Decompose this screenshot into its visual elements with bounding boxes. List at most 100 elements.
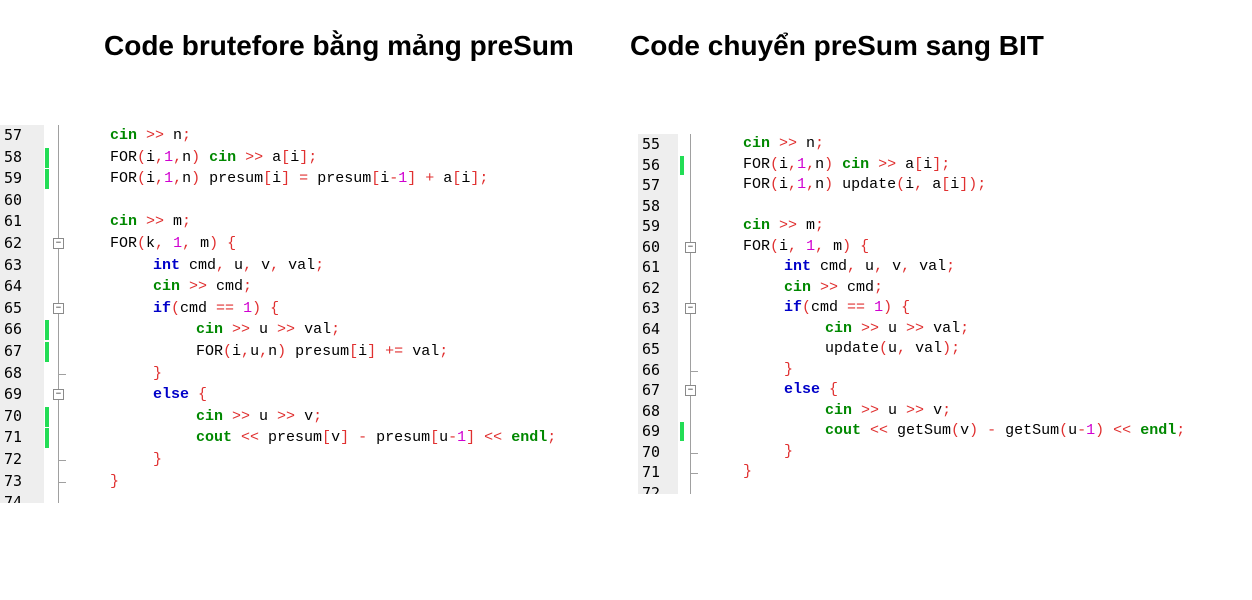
code-token: v [933, 401, 943, 419]
code-token: } [153, 364, 163, 382]
fold-collapse-icon[interactable]: − [685, 385, 696, 396]
code-token: , [216, 256, 235, 274]
code-text: cin >> n; [743, 134, 824, 155]
line-number: 62 [642, 278, 661, 297]
code-token: ) { [842, 237, 870, 255]
code-token: ) { [209, 235, 237, 252]
code-line: 56 FOR(i,1,n) cin >> a[i]; [638, 155, 1252, 176]
code-token: , [815, 237, 834, 255]
code-token: v [331, 429, 341, 447]
code-token: u [259, 407, 269, 425]
code-line: 57 cin >> n; [0, 125, 630, 147]
code-token: cmd [180, 299, 208, 317]
code-text: cout << presum[v] - presum[u-1] << endl; [196, 427, 556, 449]
fold-collapse-icon[interactable]: − [53, 302, 64, 314]
code-token: ] + [407, 170, 444, 188]
code-token: endl [511, 429, 548, 447]
code-text: FOR(i,1,n) update(i, a[i]); [743, 175, 986, 196]
change-marker [45, 342, 49, 362]
change-marker [45, 406, 49, 427]
code-token: 1 [173, 235, 183, 252]
code-text: cin >> cmd; [784, 278, 883, 299]
code-token: endl [1140, 422, 1177, 439]
line-number: 72 [642, 483, 661, 495]
code-text: } [153, 363, 162, 385]
code-text: FOR(k, 1, m) { [110, 233, 236, 255]
line-number: 60 [642, 237, 661, 256]
code-token: presum [268, 429, 323, 447]
code-token: [ [281, 148, 291, 166]
code-token: - [1077, 422, 1087, 439]
code-token: cin [153, 278, 181, 296]
code-token: >> [137, 127, 174, 144]
code-token: >> [180, 278, 217, 296]
code-line: 70} [638, 442, 1252, 463]
code-token: ( [770, 155, 780, 173]
code-token: cin [784, 278, 812, 296]
code-token: [ [430, 429, 440, 447]
fold-collapse-icon[interactable]: − [53, 389, 64, 401]
code-token: u [259, 321, 269, 339]
code-token: getSum [1005, 422, 1060, 439]
code-token: , [155, 170, 165, 188]
code-text: cin >> m; [743, 216, 824, 237]
code-line: 63 int cmd, u, v, val; [0, 255, 630, 277]
code-token: ( [879, 340, 889, 357]
code-token: , [182, 235, 201, 252]
right-title: Code chuyển preSum sang BIT [630, 30, 1044, 61]
code-token: ] += [367, 343, 413, 360]
line-number: 57 [4, 126, 23, 144]
code-text: cin >> n; [110, 125, 191, 147]
line-number: 67 [4, 342, 23, 360]
code-token: ; [815, 217, 825, 234]
code-token: ( [137, 170, 147, 188]
code-token: FOR [743, 176, 771, 193]
code-token: , [788, 176, 798, 193]
code-token: v [261, 256, 271, 274]
code-token: >> [897, 319, 934, 337]
code-token: , [806, 155, 816, 173]
code-line: 57 FOR(i,1,n) update(i, a[i]); [638, 175, 1252, 196]
code-token: FOR [743, 155, 771, 173]
code-token: >> [869, 155, 906, 173]
code-token: if [784, 299, 803, 316]
code-line: 69 cout << getSum(v) - getSum(u-1) << end… [638, 421, 1252, 442]
code-token: == [207, 299, 244, 317]
code-text: else { [784, 380, 838, 401]
right-code-editor[interactable]: 55 cin >> n; 56 FOR(i,1,n) cin >> a[i]; 57 FO… [638, 134, 1252, 494]
code-token: presum [209, 170, 264, 188]
line-number: 61 [642, 258, 661, 276]
code-token: ) [191, 148, 210, 166]
code-token: FOR [110, 235, 138, 252]
code-token: i [146, 170, 156, 188]
code-line: 67 FOR(i,u,n) presum[i] += val; [0, 341, 630, 363]
code-token: [ [452, 170, 462, 188]
code-token: 1 [797, 176, 807, 193]
code-token: ; [815, 135, 825, 152]
code-token: n [815, 176, 825, 193]
fold-collapse-icon[interactable]: − [685, 303, 696, 314]
code-token: << [861, 422, 898, 439]
code-token: k [146, 235, 156, 252]
code-token: ; [182, 213, 192, 231]
code-token: , [259, 343, 269, 360]
code-token: << [232, 429, 269, 447]
fold-collapse-icon[interactable]: − [53, 238, 64, 249]
code-text: update(u, val); [825, 339, 960, 360]
code-token: ; [1176, 422, 1186, 439]
fold-collapse-icon[interactable]: − [685, 241, 696, 253]
code-token: , [155, 148, 165, 166]
left-code-editor[interactable]: 57 cin >> n; 58 FOR(i,1,n) cin >> a[i]; 59 FO… [0, 125, 630, 503]
code-token: >> [223, 407, 260, 425]
line-number: 71 [4, 428, 23, 447]
code-token: n [173, 127, 183, 144]
code-token: ]); [959, 176, 987, 193]
code-line: 72} [0, 449, 630, 471]
code-token: i [232, 343, 242, 360]
code-token: 1 [164, 148, 174, 166]
code-text: int cmd, u, v, val; [784, 257, 955, 278]
code-token: v [304, 407, 314, 425]
code-token: m [806, 217, 816, 234]
line-number: 63 [4, 255, 23, 274]
fold-end-marker [691, 370, 698, 372]
